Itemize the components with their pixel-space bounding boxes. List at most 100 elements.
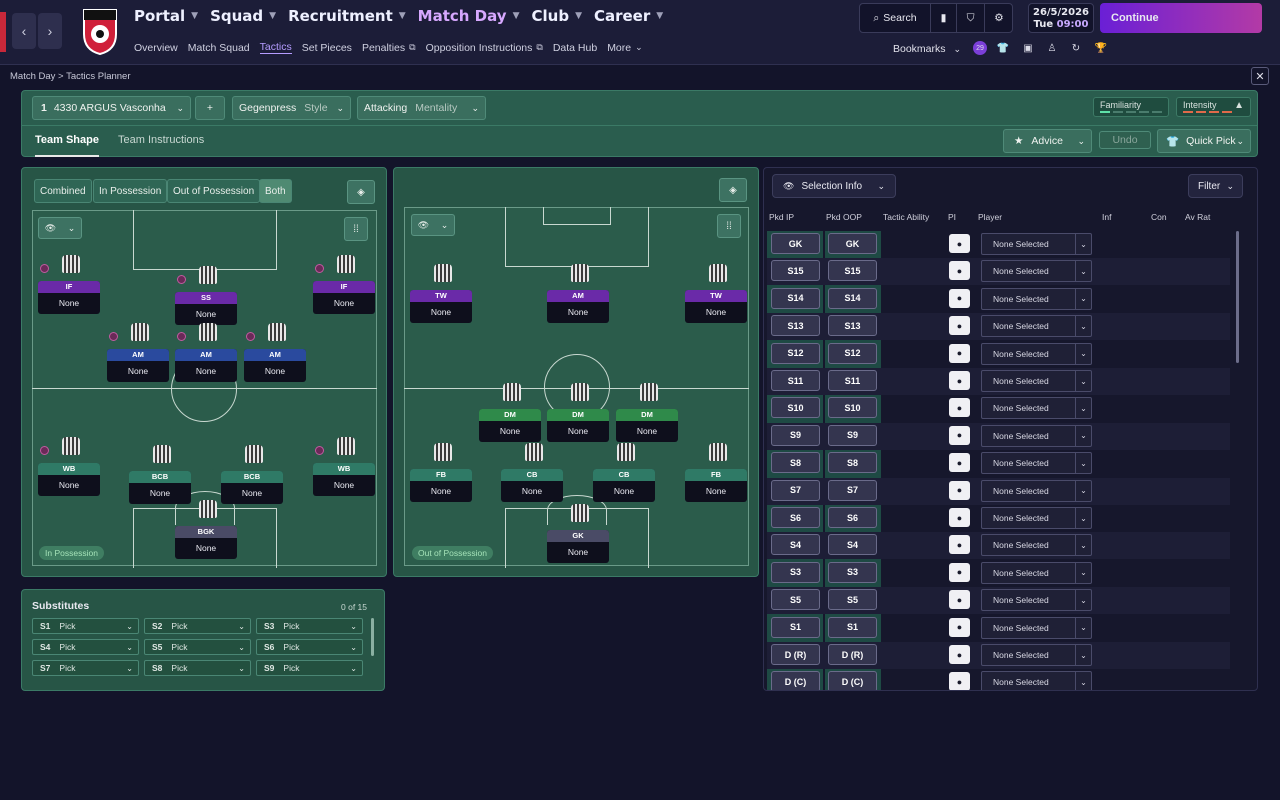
picked-oop-button[interactable]: GK: [828, 233, 877, 254]
player-instructions-button[interactable]: ●: [949, 645, 970, 664]
player-card[interactable]: WB None: [313, 463, 375, 496]
trophy-icon[interactable]: 🏆: [1094, 41, 1108, 55]
picked-ip-button[interactable]: S11: [771, 370, 820, 391]
table-row[interactable]: S10 S10 ● None Selected ⌄: [767, 395, 1230, 422]
picked-oop-button[interactable]: S3: [828, 561, 877, 583]
player-card[interactable]: CB None: [593, 469, 655, 502]
substitute-select[interactable]: S8 Pick ⌄: [144, 660, 251, 676]
picked-oop-button[interactable]: S7: [828, 479, 877, 501]
nav-squad[interactable]: Squad ▼: [210, 7, 276, 25]
close-button[interactable]: ✕: [1251, 67, 1269, 85]
picked-oop-button[interactable]: S6: [828, 507, 877, 528]
player-instructions-button[interactable]: ●: [949, 617, 970, 637]
undo-button[interactable]: Undo: [1099, 131, 1151, 149]
table-row[interactable]: D (C) D (C) ● None Selected ⌄: [767, 669, 1230, 690]
player-instructions-button[interactable]: ●: [949, 288, 970, 308]
player-card[interactable]: IF None: [38, 281, 100, 314]
substitute-select[interactable]: S2 Pick ⌄: [144, 618, 251, 634]
picked-oop-button[interactable]: S10: [828, 397, 877, 419]
table-row[interactable]: D (R) D (R) ● None Selected ⌄: [767, 642, 1230, 669]
player-card[interactable]: FB None: [685, 469, 747, 502]
table-row[interactable]: S15 S15 ● None Selected ⌄: [767, 258, 1230, 286]
player-instructions-button[interactable]: ●: [949, 480, 970, 500]
player-select[interactable]: None Selected ⌄: [981, 397, 1092, 420]
picked-oop-button[interactable]: S13: [828, 315, 877, 337]
player-instructions-button[interactable]: ●: [949, 562, 970, 582]
column-pi[interactable]: PI: [948, 212, 956, 222]
substitute-select[interactable]: S3 Pick ⌄: [256, 618, 363, 634]
table-row[interactable]: S14 S14 ● None Selected ⌄: [767, 286, 1230, 313]
picked-oop-button[interactable]: S4: [828, 534, 877, 556]
table-row[interactable]: S9 S9 ● None Selected ⌄: [767, 422, 1230, 450]
player-select[interactable]: None Selected ⌄: [981, 479, 1092, 502]
mode-combined[interactable]: Combined: [34, 179, 92, 203]
player-card[interactable]: BGK None: [175, 526, 237, 559]
player-select[interactable]: None Selected ⌄: [981, 644, 1092, 666]
player-card[interactable]: WB None: [38, 463, 100, 496]
subnav-overview[interactable]: Overview: [134, 41, 178, 54]
picked-ip-button[interactable]: S15: [771, 260, 820, 282]
breadcrumb-parent[interactable]: Match Day: [10, 71, 55, 82]
staff-icon[interactable]: ♙: [1045, 41, 1059, 55]
player-select[interactable]: None Selected ⌄: [981, 287, 1092, 310]
column-inf[interactable]: Inf: [1102, 212, 1111, 222]
picked-ip-button[interactable]: S6: [771, 507, 820, 528]
subnav-more[interactable]: More ⌄: [607, 41, 642, 54]
table-row[interactable]: S12 S12 ● None Selected ⌄: [767, 341, 1230, 368]
player-card[interactable]: IF None: [313, 281, 375, 314]
settings-button[interactable]: ⚙: [985, 4, 1013, 32]
player-card[interactable]: DM None: [616, 409, 678, 442]
tactic-select[interactable]: 1 4330 ARGUS Vasconha ⌄: [32, 96, 191, 120]
picked-ip-button[interactable]: S5: [771, 589, 820, 611]
picked-ip-button[interactable]: D (C): [771, 671, 820, 690]
player-instructions-button[interactable]: ●: [949, 316, 970, 336]
game-date[interactable]: 26/5/2026 Tue 09:00: [1028, 3, 1094, 33]
player-instructions-button[interactable]: ●: [949, 672, 970, 690]
picked-oop-button[interactable]: S14: [828, 287, 877, 309]
quick-pick-button[interactable]: 👕 Quick Pick ⌄: [1157, 129, 1251, 153]
grid-toggle[interactable]: ⁞⁞: [344, 217, 368, 241]
player-instructions-button[interactable]: ●: [949, 371, 970, 390]
continue-button[interactable]: Continue: [1100, 3, 1262, 33]
player-instructions-button[interactable]: ●: [949, 343, 970, 363]
intensity-meter[interactable]: Intensity ▲: [1176, 97, 1251, 117]
column-pkd-oop[interactable]: Pkd OOP: [826, 212, 862, 222]
player-select[interactable]: None Selected ⌄: [981, 589, 1092, 612]
visibility-toggle[interactable]: 👁 ⌄: [411, 214, 455, 236]
player-select[interactable]: None Selected ⌄: [981, 507, 1092, 529]
picked-oop-button[interactable]: S12: [828, 342, 877, 364]
table-row[interactable]: S11 S11 ● None Selected ⌄: [767, 368, 1230, 395]
filter-button[interactable]: Filter ⌄: [1188, 174, 1243, 198]
add-tactic-button[interactable]: +: [195, 96, 225, 120]
picked-ip-button[interactable]: S14: [771, 287, 820, 309]
table-row[interactable]: S6 S6 ● None Selected ⌄: [767, 505, 1230, 532]
picked-ip-button[interactable]: D (R): [771, 644, 820, 665]
subnav-set-pieces[interactable]: Set Pieces: [302, 41, 352, 54]
nav-recruitment[interactable]: Recruitment ▼: [288, 7, 406, 25]
picked-ip-button[interactable]: S9: [771, 424, 820, 446]
player-instructions-button[interactable]: ●: [949, 590, 970, 610]
picked-ip-button[interactable]: S7: [771, 479, 820, 501]
familiarity-meter[interactable]: Familiarity: [1093, 97, 1169, 117]
picked-oop-button[interactable]: D (C): [828, 671, 877, 690]
table-row[interactable]: S3 S3 ● None Selected ⌄: [767, 560, 1230, 587]
picked-ip-button[interactable]: S1: [771, 616, 820, 638]
player-select[interactable]: None Selected ⌄: [981, 233, 1092, 255]
tab-team-shape[interactable]: Team Shape: [35, 134, 99, 157]
subnav-tactics[interactable]: Tactics: [259, 41, 292, 54]
player-card[interactable]: AM None: [244, 349, 306, 382]
player-card[interactable]: GK None: [547, 530, 609, 563]
substitute-select[interactable]: S1 Pick ⌄: [32, 618, 139, 634]
subnav-match-squad[interactable]: Match Squad: [188, 41, 250, 54]
selection-view-select[interactable]: 👁 Selection Info ⌄: [772, 174, 896, 198]
search-button[interactable]: ⌕ Search: [860, 4, 931, 32]
player-select[interactable]: None Selected ⌄: [981, 260, 1092, 283]
picked-ip-button[interactable]: GK: [771, 233, 820, 254]
nav-portal[interactable]: Portal ▼: [134, 7, 198, 25]
picked-ip-button[interactable]: S4: [771, 534, 820, 556]
picked-oop-button[interactable]: S5: [828, 589, 877, 611]
column-player[interactable]: Player: [978, 212, 1002, 222]
player-select[interactable]: None Selected ⌄: [981, 342, 1092, 365]
column-av-rat[interactable]: Av Rat: [1185, 212, 1210, 222]
picked-oop-button[interactable]: S15: [828, 260, 877, 282]
